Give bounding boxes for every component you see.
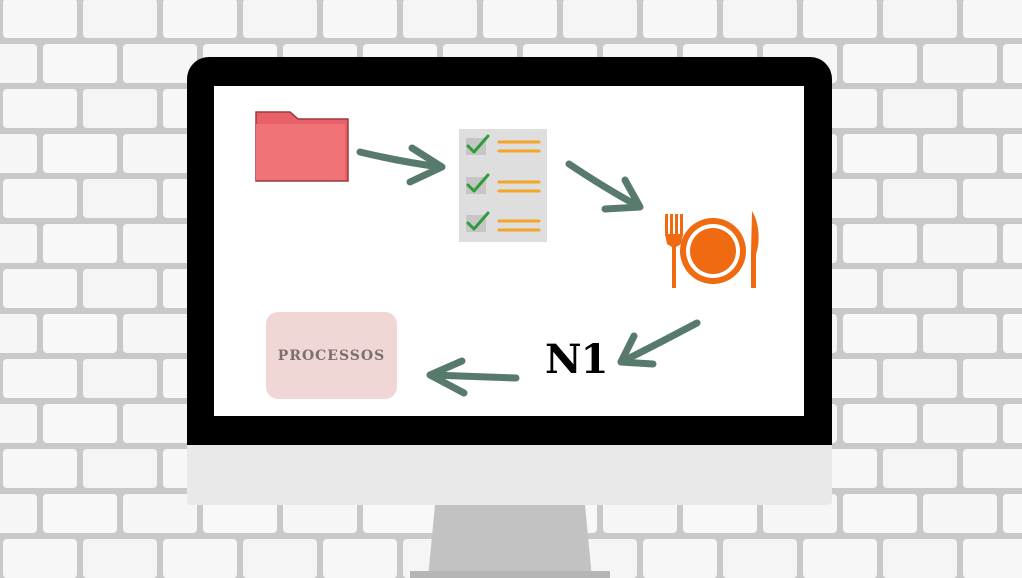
process-diagram (255, 111, 759, 397)
arrow-checklist-to-plate (565, 160, 644, 213)
processos-box: PROCESSOS (266, 312, 397, 399)
arrow-n1-to-processos (426, 357, 520, 397)
plate-cutlery-icon (665, 211, 759, 288)
processos-label: PROCESSOS (277, 347, 386, 364)
n1-label: N1 (545, 336, 608, 383)
arrow-plate-to-n1 (617, 319, 701, 368)
folder-icon (255, 111, 349, 182)
checklist-icon (459, 129, 547, 242)
arrow-folder-to-checklist (356, 144, 446, 186)
